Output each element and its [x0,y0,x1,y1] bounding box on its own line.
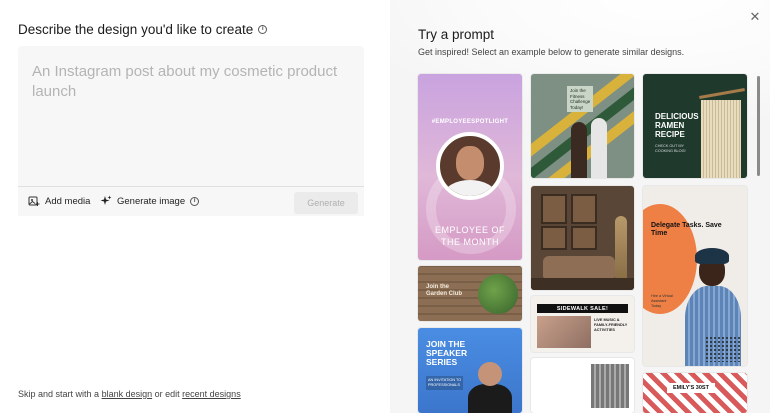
template-card-interior[interactable] [531,186,634,290]
recent-designs-link[interactable]: recent designs [182,389,241,399]
prompt-toolbar: Add media Generate image i Generate [18,186,364,216]
card-text: EMPLOYEE OF [434,225,506,235]
add-media-label: Add media [45,195,91,207]
card-subtext: LIVE MUSIC & FAMILY-FRIENDLY ACTIVITIES [594,318,627,333]
generate-image-button[interactable]: Generate image i [100,195,200,207]
card-heading: JOIN THE SPEAKER SERIES [426,340,467,367]
card-heading: EMILY'S 30ST [667,383,715,393]
prompt-placeholder: An Instagram post about my cosmetic prod… [32,63,338,100]
card-subtext: AN INVITATION TO PROFESSIONALS [426,376,464,390]
try-prompt-subtitle: Get inspired! Select an example below to… [418,47,685,57]
card-text: RECIPE [655,130,685,139]
generate-button[interactable]: Generate [294,192,358,214]
info-icon[interactable]: i [258,25,268,34]
card-text: PROFESSIONALS [428,383,461,387]
plant-image [478,274,518,314]
prompt-input[interactable]: An Instagram post about my cosmetic prod… [18,46,364,186]
try-prompt-title: Try a prompt [418,27,495,42]
template-card-sidewalk-sale[interactable]: SIDEWALK SALE! LIVE MUSIC & FAMILY-FRIEN… [531,296,634,352]
card-heading: SIDEWALK SALE! [537,304,628,313]
card-text: SERIES [426,357,458,367]
card-heading: EMPLOYEE OF THE MONTH [418,224,522,248]
wall-frame [571,194,597,224]
footer-prefix: Skip and start with a [18,389,100,399]
template-card-delegate[interactable]: Delegate Tasks. Save Time Hire a Virtual… [643,186,747,366]
wall-frame [571,226,597,250]
card-text: Time [651,230,668,237]
card-text: RAMEN [655,121,685,130]
person-suit [468,384,512,413]
sparkle-icon [100,195,112,205]
template-card-fitness[interactable]: Join the Fitness Challenge Today! [531,74,634,178]
add-media-button[interactable]: Add media [28,195,90,207]
card-heading: Delegate Tasks. Save Time [651,222,722,238]
person-head [478,362,502,386]
blank-design-link[interactable]: blank design [102,389,153,399]
card-text: Join the [426,284,450,290]
panel-heading-text: Describe the design you'd like to create [18,22,254,37]
try-a-prompt-panel: ✕ Try a prompt Get inspired! Select an e… [390,0,770,413]
decorative-dots [705,336,741,362]
person-figure [591,118,607,178]
image-add-icon [28,196,40,206]
person-headwrap [695,248,729,264]
template-card-emily[interactable]: EMILY'S 30ST [643,373,747,413]
close-icon[interactable]: ✕ [748,9,762,24]
person-figure [571,122,587,178]
floor [531,278,634,290]
card-text: Challenge [570,99,591,104]
card-heading: Join the Fitness Challenge Today! [567,86,594,112]
card-text: #EMPLOYEESPOTLIGHT [431,119,509,125]
wall-frame [541,226,567,250]
card-text: COOKING BLOG! [655,149,686,153]
card-text: Today! [570,104,584,110]
footer-links: Skip and start with a blank design or ed… [18,389,241,399]
card-subtext: CHECK OUT MY COOKING BLOG! [655,144,686,154]
portrait-face [456,146,484,180]
wall-frame [541,194,567,224]
card-heading: Join the Garden Club [426,284,462,298]
generate-image-label: Generate image [117,195,186,207]
sofa-image [543,256,615,278]
chopsticks-image [699,88,745,99]
portrait-image [436,132,504,200]
plant-image [615,216,627,278]
card-text: Delegate Tasks. Save [651,222,722,229]
template-card-city[interactable] [531,358,634,413]
template-card-speaker[interactable]: JOIN THE SPEAKER SERIES AN INVITATION TO… [418,328,522,413]
scrollbar[interactable] [757,76,760,176]
prompt-panel: Describe the design you'd like to create… [0,0,390,413]
card-text: Today [651,304,662,308]
footer-middle: or edit [154,389,180,399]
card-subtext: Hire a Virtual Assistant Today [651,294,673,309]
template-card-ramen[interactable]: DELICIOUS RAMEN RECIPE CHECK OUT MY COOK… [643,74,747,178]
template-card-garden[interactable]: Join the Garden Club [418,266,522,321]
panel-heading: Describe the design you'd like to create… [18,22,268,37]
card-text: DELICIOUS [655,112,699,121]
card-heading: DELICIOUS RAMEN RECIPE [655,112,699,139]
city-image [591,364,629,408]
noodle-image [701,100,741,178]
shopping-image [537,316,591,348]
card-text: THE MONTH [441,237,499,247]
info-icon[interactable]: i [190,196,200,206]
template-card-employee[interactable]: #EMPLOYEESPOTLIGHT EMPLOYEE OF THE MONTH [418,74,522,260]
card-text: Garden Club [426,291,463,297]
card-text: ACTIVITIES [594,328,615,332]
